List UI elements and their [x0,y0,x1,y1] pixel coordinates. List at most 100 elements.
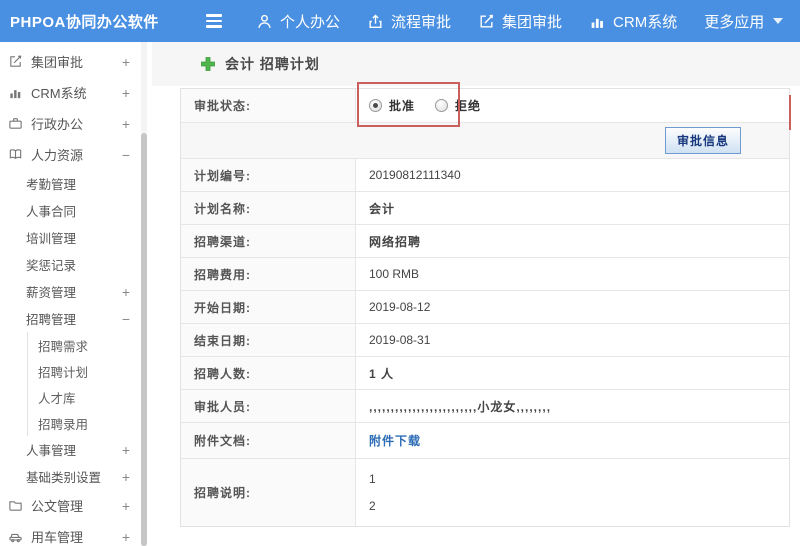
briefcase-icon [8,116,23,131]
sidebar-scrollbar-thumb[interactable] [141,133,147,546]
sidebar-item-label: 薪资管理 [26,286,77,300]
table-row-recruit-channel: 招聘渠道: 网络招聘 [181,224,789,257]
table-row-headcount: 招聘人数: 1 人 [181,356,789,389]
top-nav-menu: 个人办公 流程审批 集团审批 CRM系统 更多应用 [256,11,784,32]
table-row-recruit-description: 招聘说明: 1 2 [181,458,789,526]
expand-toggle[interactable]: + [122,86,130,100]
radio-reject-label[interactable]: 拒绝 [455,97,481,114]
nav-item-label: 流程审批 [391,13,452,31]
sidebar-item-base-category-settings[interactable]: 基础类别设置 + [0,463,152,490]
field-value: ,,,,,,,,,,,,,,,,,,,,,,,,,小龙女,,,,,,,, [369,399,552,414]
table-row-plan-name: 计划名称: 会计 [181,191,789,224]
sidebar-item-label: 招聘管理 [26,313,77,327]
expand-toggle[interactable]: + [122,470,130,484]
field-label: 招聘渠道: [181,225,356,257]
caret-down-icon [773,18,784,24]
sidebar-item-personnel-management[interactable]: 人事管理 + [0,436,152,463]
field-value: 1 2 [356,459,789,526]
expand-toggle[interactable]: + [122,443,130,457]
field-label: 开始日期: [181,291,356,323]
sidebar-item-label: CRM系统 [31,86,87,101]
sidebar-item-label: 招聘需求 [38,339,89,354]
sidebar-item-label: 招聘计划 [38,365,89,380]
table-row-plan-number: 计划编号: 20190812111340 [181,158,789,191]
book-icon [8,147,23,162]
sidebar-item-label: 人事合同 [26,205,77,219]
nav-item-personal-office[interactable]: 个人办公 [256,11,340,32]
recruit-plan-detail-table: 审批状态: 批准 拒绝 审批信息 计划编号: 20190812111340 计划… [180,88,790,527]
bar-chart-icon [589,13,606,30]
radio-reject[interactable] [435,99,449,112]
nav-item-group-approval[interactable]: 集团审批 [478,11,562,32]
user-icon [256,13,273,30]
sidebar-item-label: 考勤管理 [26,178,77,192]
nav-item-label: 集团审批 [502,13,563,31]
bar-chart-icon [8,85,23,100]
collapse-toggle[interactable]: − [122,312,130,326]
approval-status-options: 批准 拒绝 [356,89,789,122]
content-header: 会计 招聘计划 [152,42,800,86]
nav-item-label: 个人办公 [280,13,341,31]
collapse-toggle[interactable]: − [122,148,130,162]
top-navbar: PHPOA协同办公软件 个人办公 流程审批 集团审批 CRM系统 更多应用 [0,0,800,42]
sidebar-item-attendance[interactable]: 考勤管理 [0,170,152,197]
sidebar-item-talent-pool[interactable]: 人才库 [28,384,152,410]
sidebar-item-recruit-demand[interactable]: 招聘需求 [28,332,152,358]
document-icon [8,498,23,513]
sidebar-item-recruit-plan[interactable]: 招聘计划 [28,358,152,384]
sidebar-item-label: 人事管理 [26,444,77,458]
nav-item-label: 更多应用 [704,13,765,31]
edit-square-icon [8,54,23,69]
sidebar-item-training[interactable]: 培训管理 [0,224,152,251]
sidebar-item-human-resources[interactable]: 人力资源 − [0,139,152,170]
field-value: 1 人 [369,366,395,381]
expand-toggle[interactable]: + [122,285,130,299]
field-label: 附件文档: [181,423,356,458]
sidebar-item-salary[interactable]: 薪资管理 + [0,278,152,305]
approval-info-button[interactable]: 审批信息 [664,127,741,154]
nav-item-more-apps[interactable]: 更多应用 [704,11,784,32]
workflow-export-icon [367,13,384,30]
attachment-download-link[interactable]: 附件下载 [369,432,421,449]
expand-toggle[interactable]: + [122,499,130,513]
hamburger-menu-icon[interactable] [206,14,226,28]
radio-approve[interactable] [369,99,382,112]
field-label: 招聘费用: [181,258,356,290]
sidebar-item-label: 培训管理 [26,232,77,246]
sidebar-item-label: 招聘录用 [38,417,89,432]
sidebar-item-admin-office[interactable]: 行政办公 + [0,108,152,139]
field-label: 结束日期: [181,324,356,356]
sidebar-item-group-approval[interactable]: 集团审批 + [0,46,152,77]
edit-square-icon [478,13,495,30]
field-value: 20190812111340 [369,168,461,182]
sidebar-item-recruit-hire[interactable]: 招聘录用 [28,410,152,436]
table-row-approvers: 审批人员: ,,,,,,,,,,,,,,,,,,,,,,,,,小龙女,,,,,,… [181,389,789,422]
field-label: 招聘人数: [181,357,356,389]
table-row-attachment: 附件文档: 附件下载 [181,422,789,458]
sidebar-item-crm-system[interactable]: CRM系统 + [0,77,152,108]
sidebar-item-vehicle-management[interactable]: 用车管理 + [0,521,152,546]
sidebar-item-document-management[interactable]: 公文管理 + [0,490,152,521]
sidebar-item-rewards-records[interactable]: 奖惩记录 [0,251,152,278]
expand-toggle[interactable]: + [122,55,130,69]
field-label: 招聘说明: [181,459,356,526]
sidebar-item-hr-contract[interactable]: 人事合同 [0,197,152,224]
description-line: 2 [369,499,376,513]
description-line: 1 [369,472,376,486]
expand-toggle[interactable]: + [122,117,130,131]
expand-toggle[interactable]: + [122,530,130,544]
page-title: 会计 招聘计划 [225,56,320,72]
field-label: 审批状态: [181,89,356,122]
nav-item-crm-system[interactable]: CRM系统 [589,11,677,32]
sidebar-item-label: 奖惩记录 [26,259,77,273]
sidebar-item-label: 用车管理 [31,530,84,545]
sidebar-item-label: 基础类别设置 [26,471,102,485]
nav-item-workflow-approval[interactable]: 流程审批 [367,11,451,32]
table-row-approval-info: 审批信息 [181,122,789,158]
field-value: 会计 [369,201,396,216]
sidebar: 集团审批 + CRM系统 + 行政办公 + 人力资源 − 考勤管理 人事合同 培… [0,42,152,546]
car-icon [8,529,23,544]
radio-approve-label[interactable]: 批准 [389,97,415,114]
field-value: 网络招聘 [369,234,422,249]
sidebar-item-recruit-management[interactable]: 招聘管理 − [0,305,152,332]
